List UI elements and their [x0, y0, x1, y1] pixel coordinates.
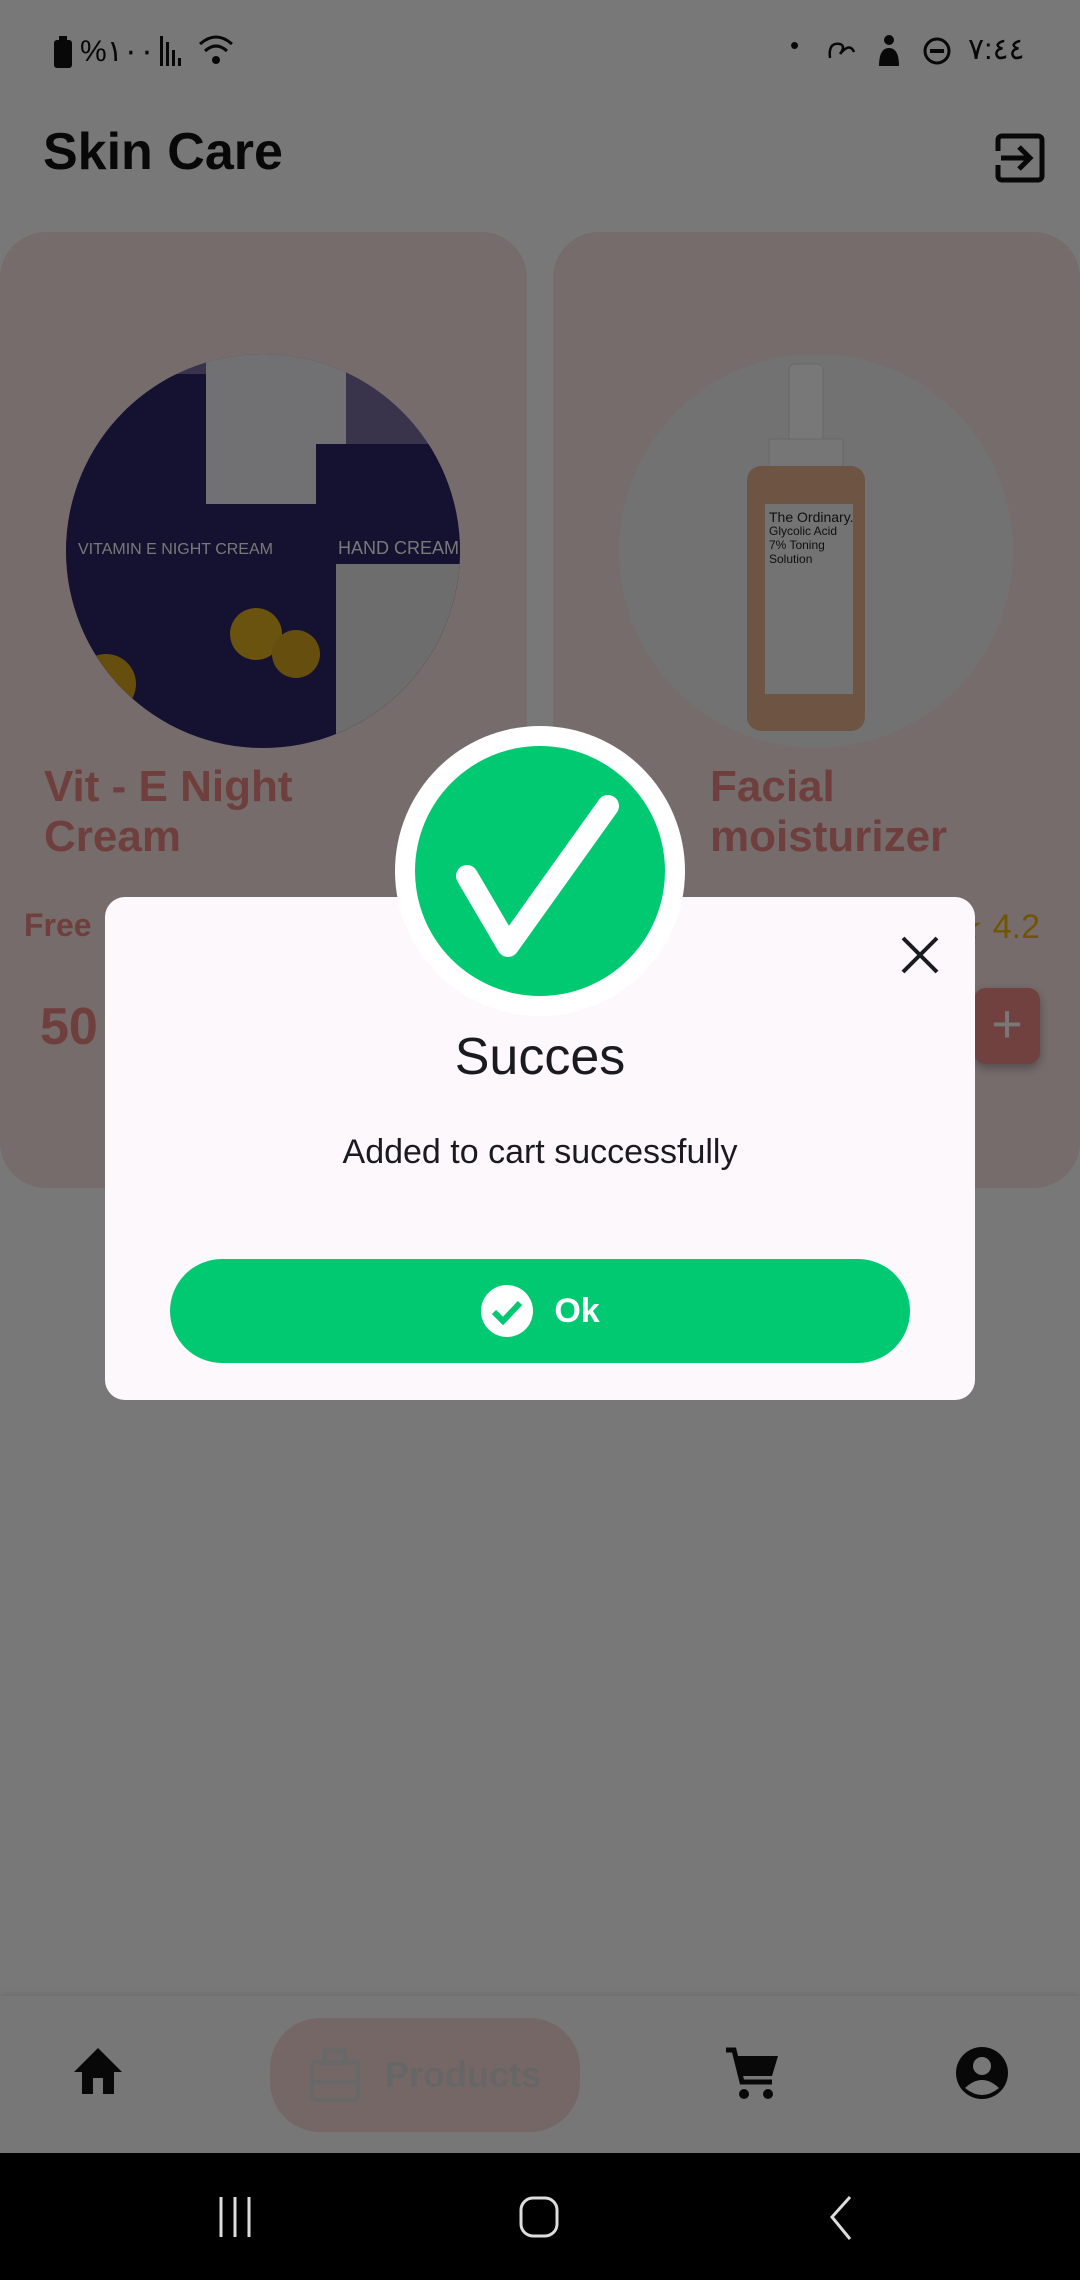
- clock: ٧:٤٤: [968, 33, 1025, 66]
- rating-value: 4.2: [992, 908, 1040, 946]
- product-subtitle: Free: [24, 907, 92, 943]
- nav-products[interactable]: Products: [270, 2018, 580, 2132]
- image-label: The Ordinary.: [769, 509, 854, 525]
- image-label: VITAMIN E NIGHT CREAM: [78, 541, 273, 558]
- image-label: FREE: [216, 713, 296, 746]
- wifi-icon: [199, 35, 233, 64]
- products-icon: [309, 2048, 361, 2102]
- accessibility-icon: [879, 35, 899, 66]
- product-name: Facial moisturizer: [710, 762, 948, 861]
- home-button-icon[interactable]: [518, 2195, 562, 2239]
- cart-icon[interactable]: [724, 2046, 780, 2102]
- checkmark-icon: [456, 795, 619, 957]
- product-name: Vit - E Night Cream: [44, 762, 293, 861]
- home-icon[interactable]: [72, 2046, 124, 2096]
- nav-products-label: Products: [384, 2054, 542, 2095]
- product-price: 50: [40, 998, 98, 1056]
- back-icon[interactable]: [826, 2195, 856, 2241]
- check-circle-icon: [481, 1285, 534, 1337]
- ok-label: Ok: [554, 1291, 600, 1330]
- dialog-title: Succes: [454, 1028, 626, 1086]
- image-label: HAND CREAM: [338, 538, 459, 558]
- status-bar: %١٠٠ • ٧:٤٤: [0, 0, 1080, 100]
- dnd-icon: [923, 37, 951, 65]
- close-icon[interactable]: [900, 935, 940, 975]
- recent-apps-icon[interactable]: [215, 2197, 261, 2237]
- image-label: Glycolic Acid 7% Toning Solution: [769, 524, 838, 566]
- battery-level: %١٠٠: [80, 35, 156, 68]
- system-nav-bar: [0, 2153, 1080, 2280]
- app-icon: [828, 42, 856, 59]
- dialog-message: Added to cart successfully: [342, 1133, 738, 1171]
- battery-icon: [54, 36, 72, 68]
- profile-icon[interactable]: [955, 2046, 1009, 2100]
- product-image: The Ordinary. Glycolic Acid 7% Toning So…: [619, 354, 1013, 748]
- success-badge: [395, 726, 685, 1016]
- signal-icon: [160, 36, 181, 66]
- logout-icon[interactable]: [995, 133, 1047, 185]
- page-title: Skin Care: [43, 123, 283, 181]
- bottom-nav: Products: [0, 1996, 1080, 2153]
- notification-dot: •: [790, 30, 800, 60]
- product-image: VITAMIN E NIGHT CREAM HAND CREAM FREE: [66, 354, 460, 748]
- ok-button[interactable]: Ok: [170, 1259, 910, 1363]
- add-to-cart-button[interactable]: +: [974, 988, 1040, 1064]
